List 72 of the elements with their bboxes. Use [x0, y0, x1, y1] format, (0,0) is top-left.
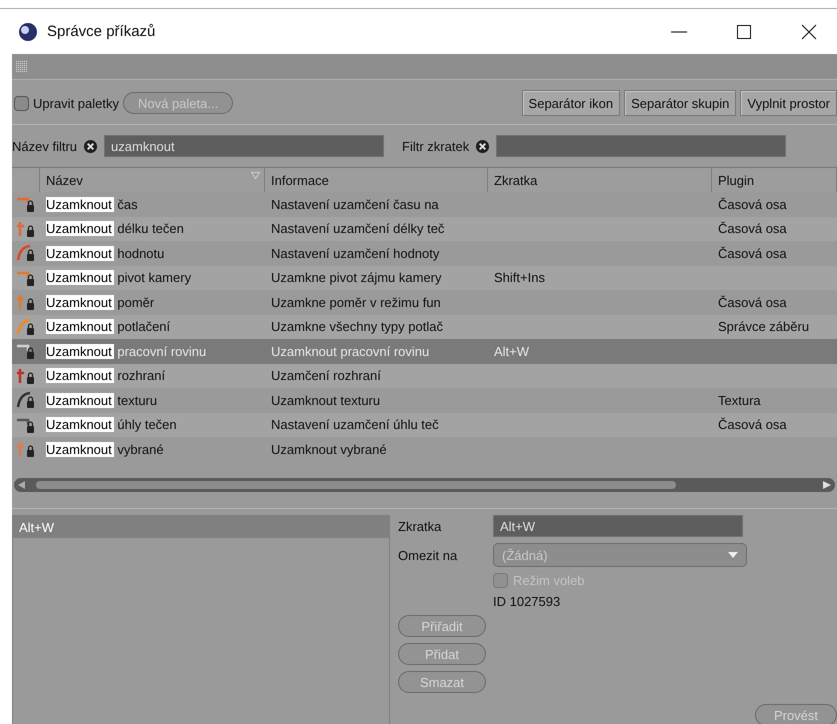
- lock-icon: [16, 366, 36, 385]
- table-cell-text: Uzamkne poměr v režimu fun: [270, 294, 442, 310]
- scroll-right-icon[interactable]: [823, 481, 831, 489]
- table-row[interactable]: Uzamknout pivot kamery Uzamkne pivot zájmu kamery Shift+Ins: [12, 266, 837, 290]
- table-row[interactable]: Uzamknout pracovní rovinu Uzamknout pracovní rovinu Alt+W: [12, 339, 837, 364]
- table-cell-text: Uzamknout hodnotu: [45, 246, 166, 261]
- table-row[interactable]: Uzamknout rozhraní Uzamčení rozhraní: [12, 364, 837, 388]
- table-cell-text: Uzamknout vybrané: [270, 442, 388, 457]
- checkbox[interactable]: [14, 96, 29, 110]
- filter-field[interactable]: uzamknout: [104, 135, 384, 157]
- table-cell-text: Nastavení uzamčení úhlu teč: [270, 417, 440, 432]
- table-cell-text: Uzamknout pracovní rovinu: [270, 344, 430, 359]
- table-cell-text: Uzamknout texturu: [45, 392, 158, 408]
- table-cell-text: Alt+W: [493, 344, 530, 359]
- sort-icon[interactable]: [251, 172, 260, 179]
- table-row[interactable]: Uzamknout potlačení Uzamkne všechny typy potlač Správce záběru: [12, 314, 837, 339]
- table-cell-text: Uzamknout úhly tečen: [45, 417, 178, 432]
- lock-icon: [16, 342, 36, 360]
- toolbar-button[interactable]: Vyplnit prostor: [740, 90, 837, 116]
- table-row[interactable]: Uzamknout délku tečen Nastavení uzamčení délky teč Časová osa: [12, 216, 837, 241]
- table-cell-text: Uzamčení rozhraní: [270, 368, 382, 384]
- maximize-icon: [736, 24, 752, 40]
- table-cell-text: Nastavení uzamčení hodnoty: [270, 246, 440, 261]
- table-cell-text: Shift+Ins: [493, 270, 546, 286]
- table-cell-text: Časová osa: [717, 417, 788, 432]
- field-label: Omezit na: [398, 548, 458, 562]
- table-cell-text: Časová osa: [717, 246, 788, 261]
- table-cell-text: Uzamknout délku tečen: [45, 221, 185, 236]
- id-text: ID 1027593: [493, 594, 560, 609]
- clear-icon[interactable]: [475, 138, 490, 154]
- table-cell-text: Časová osa: [717, 221, 788, 236]
- table-cell-text: Uzamknout poměr: [45, 294, 156, 310]
- table-cell-text: Uzamknout potlačení: [45, 319, 172, 334]
- table-cell-text: Uzamknout texturu: [270, 392, 382, 408]
- horizontal-scrollbar[interactable]: [14, 478, 835, 492]
- table-cell-text: Textura: [717, 392, 762, 408]
- minimize-icon: [671, 30, 687, 32]
- lock-icon: [16, 244, 36, 262]
- field-label: Zkratka: [398, 518, 442, 534]
- table-cell-text: Uzamkne všechny typy potlač: [270, 319, 444, 334]
- filter-label: Název filtru: [12, 138, 78, 154]
- table-cell-text: Časová osa: [717, 196, 788, 212]
- table-row[interactable]: Uzamknout úhly tečen Nastavení uzamčení úhlu teč Časová osa: [12, 412, 837, 437]
- table-cell-text: Nastavení uzamčení času na: [270, 196, 440, 212]
- toolbar-button[interactable]: Separátor skupin: [624, 90, 736, 116]
- shortcut-filter-field[interactable]: [496, 135, 786, 157]
- table-cell-text: Uzamknout rozhraní: [45, 368, 166, 384]
- shortcut-field[interactable]: Alt+W: [493, 515, 743, 537]
- lock-icon: [16, 195, 36, 214]
- filter-label: Filtr zkratek: [402, 138, 470, 154]
- table-cell-text: Uzamknout čas: [45, 196, 139, 212]
- lock-icon: [16, 293, 36, 312]
- window-title: Správce příkazů: [47, 23, 156, 40]
- lock-icon: [16, 220, 36, 238]
- scroll-left-icon[interactable]: [18, 481, 26, 489]
- app-logo-icon: [18, 22, 38, 42]
- table-cell-text: Časová osa: [717, 294, 788, 310]
- list-item[interactable]: Alt+W: [13, 516, 389, 538]
- lock-icon: [16, 318, 36, 336]
- table-cell-text: Nastavení uzamčení délky teč: [270, 221, 446, 236]
- table-cell-text: Uzamknout pivot kamery: [45, 270, 192, 286]
- table-cell-text: Správce záběru: [717, 319, 810, 334]
- toolbar-button[interactable]: Separátor ikon: [522, 90, 620, 116]
- table-cell-text: Uzamknout pracovní rovinu: [45, 344, 208, 359]
- table-cell-text: Uzamkne pivot zájmu kamery: [270, 270, 442, 286]
- table-cell-text: Uzamknout vybrané: [45, 442, 165, 457]
- checkbox-label: Upravit paletky: [33, 96, 119, 110]
- close-icon: [801, 24, 817, 40]
- lock-icon: [16, 391, 36, 410]
- clear-icon[interactable]: [83, 138, 98, 154]
- dropdown-caret-icon: [728, 552, 738, 558]
- lock-icon: [16, 440, 36, 458]
